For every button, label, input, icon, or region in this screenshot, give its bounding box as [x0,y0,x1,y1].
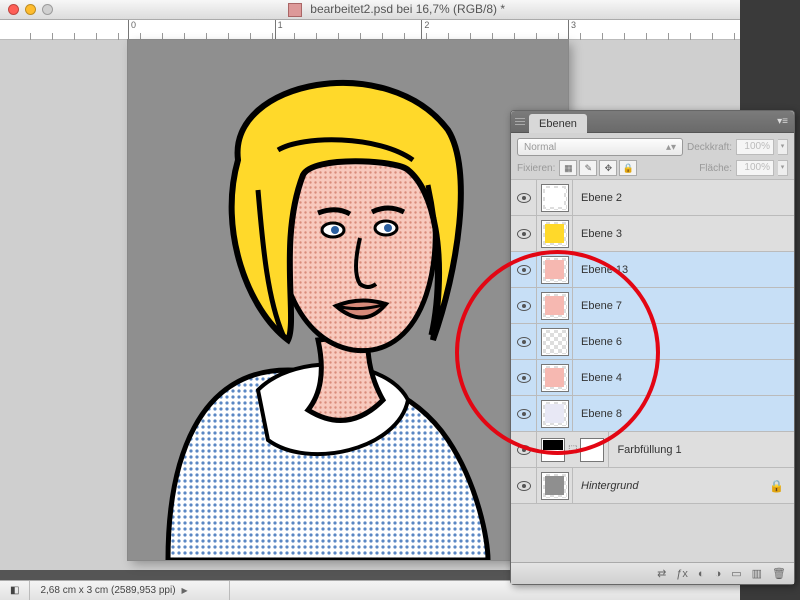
eye-icon [517,265,531,275]
chevron-updown-icon: ▴▾ [666,142,676,153]
layer-name[interactable]: Farbfüllung 1 [609,444,794,456]
eye-icon [517,301,531,311]
fx-icon[interactable]: ƒx [676,568,688,580]
eye-icon [517,337,531,347]
link-icon[interactable]: ⇄ [657,567,666,580]
lock-buttons: ▦ ✎ ✥ 🔒 [559,160,637,176]
layer-row[interactable]: Ebene 8 [511,396,794,432]
visibility-toggle[interactable] [511,252,537,287]
titlebar: bearbeitet2.psd bei 16,7% (RGB/8) * [0,0,740,20]
visibility-toggle[interactable] [511,396,537,431]
layer-thumb[interactable] [537,360,573,395]
eye-icon [517,229,531,239]
canvas[interactable] [128,40,568,560]
blend-mode-select[interactable]: Normal▴▾ [517,138,683,156]
eye-icon [517,373,531,383]
panel-menu-icon[interactable]: ▾≡ [777,116,788,127]
layer-row[interactable]: Ebene 4 [511,360,794,396]
layer-row[interactable]: Ebene 6 [511,324,794,360]
layer-row[interactable]: ⬚ Farbfüllung 1 [511,432,794,468]
visibility-toggle[interactable] [511,432,537,467]
visibility-toggle[interactable] [511,216,537,251]
mask-icon[interactable]: ◐ [698,568,705,580]
opacity-stepper[interactable]: ▾ [778,139,788,155]
document-file-icon [288,3,302,17]
visibility-toggle[interactable] [511,324,537,359]
visibility-toggle[interactable] [511,360,537,395]
layer-thumb[interactable] [537,396,573,431]
eye-icon [517,193,531,203]
opacity-input[interactable]: 100% [736,139,774,155]
layer-name[interactable]: Ebene 8 [573,408,794,420]
document-title: bearbeitet2.psd bei 16,7% (RGB/8) * [53,2,740,17]
layer-row[interactable]: Ebene 3 [511,216,794,252]
lock-transparency-icon[interactable]: ▦ [559,160,577,176]
panel-header[interactable]: Ebenen ▾≡ [511,111,794,133]
close-window-icon[interactable] [8,4,19,15]
opacity-label: Deckkraft: [687,142,732,153]
layer-name[interactable]: Ebene 13 [573,264,794,276]
layer-thumb[interactable] [537,468,573,503]
layer-row[interactable]: Ebene 2 [511,180,794,216]
layer-row[interactable]: Hintergrund🔒 [511,468,794,504]
artwork [128,40,568,560]
layer-thumb[interactable]: ⬚ [537,432,609,467]
lock-position-icon[interactable]: ✥ [599,160,617,176]
zoom-window-icon[interactable] [42,4,53,15]
eye-icon [517,445,531,455]
link-icon: ⬚ [568,444,577,455]
layer-thumb[interactable] [537,324,573,359]
eye-icon [517,481,531,491]
layer-thumb[interactable] [537,252,573,287]
layer-name[interactable]: Ebene 4 [573,372,794,384]
layer-name[interactable]: Ebene 7 [573,300,794,312]
minimize-window-icon[interactable] [25,4,36,15]
layer-name[interactable]: Ebene 3 [573,228,794,240]
layer-name[interactable]: Ebene 6 [573,336,794,348]
lock-label: Fixieren: [517,163,555,174]
lock-all-icon[interactable]: 🔒 [619,160,637,176]
layer-thumb[interactable] [537,288,573,323]
adjust-icon[interactable]: ◑ [715,568,722,580]
visibility-toggle[interactable] [511,468,537,503]
group-icon[interactable]: ▭ [731,567,741,580]
trash-icon[interactable]: 🗑 [772,567,786,580]
new-layer-icon[interactable]: ▥ [752,567,762,580]
layer-thumb[interactable] [537,216,573,251]
layer-name[interactable]: Hintergrund [573,480,769,492]
panel-grip-icon[interactable] [515,118,525,125]
lock-icon: 🔒 [769,479,784,493]
lock-pixels-icon[interactable]: ✎ [579,160,597,176]
fill-stepper[interactable]: ▾ [778,160,788,176]
tab-layers[interactable]: Ebenen [529,114,587,133]
layers-panel[interactable]: Ebenen ▾≡ Normal▴▾ Deckkraft: 100% ▾ Fix… [510,110,795,585]
layer-name[interactable]: Ebene 2 [573,192,794,204]
layer-thumb[interactable] [537,180,573,215]
chevron-right-icon[interactable]: ▶ [182,586,188,595]
layers-list[interactable]: Ebene 2 Ebene 3 Ebene 13 Ebene 7 Ebene 6 Eben… [511,180,794,562]
layer-row[interactable]: Ebene 13 [511,252,794,288]
panel-footer: ⇄ ƒx ◐ ◑ ▭ ▥ 🗑 [511,562,794,584]
fill-label: Fläche: [699,163,732,174]
visibility-toggle[interactable] [511,180,537,215]
status-zoom-icon[interactable]: ◧ [0,581,30,600]
visibility-toggle[interactable] [511,288,537,323]
fill-input[interactable]: 100% [736,160,774,176]
panel-controls: Normal▴▾ Deckkraft: 100% ▾ Fixieren: ▦ ✎… [511,133,794,180]
eye-icon [517,409,531,419]
window-controls[interactable] [8,4,53,15]
ruler-horizontal[interactable]: 0123 [0,20,740,40]
status-dims: 2,68 cm x 3 cm (2589,953 ppi)▶ [30,581,230,600]
layer-row[interactable]: Ebene 7 [511,288,794,324]
